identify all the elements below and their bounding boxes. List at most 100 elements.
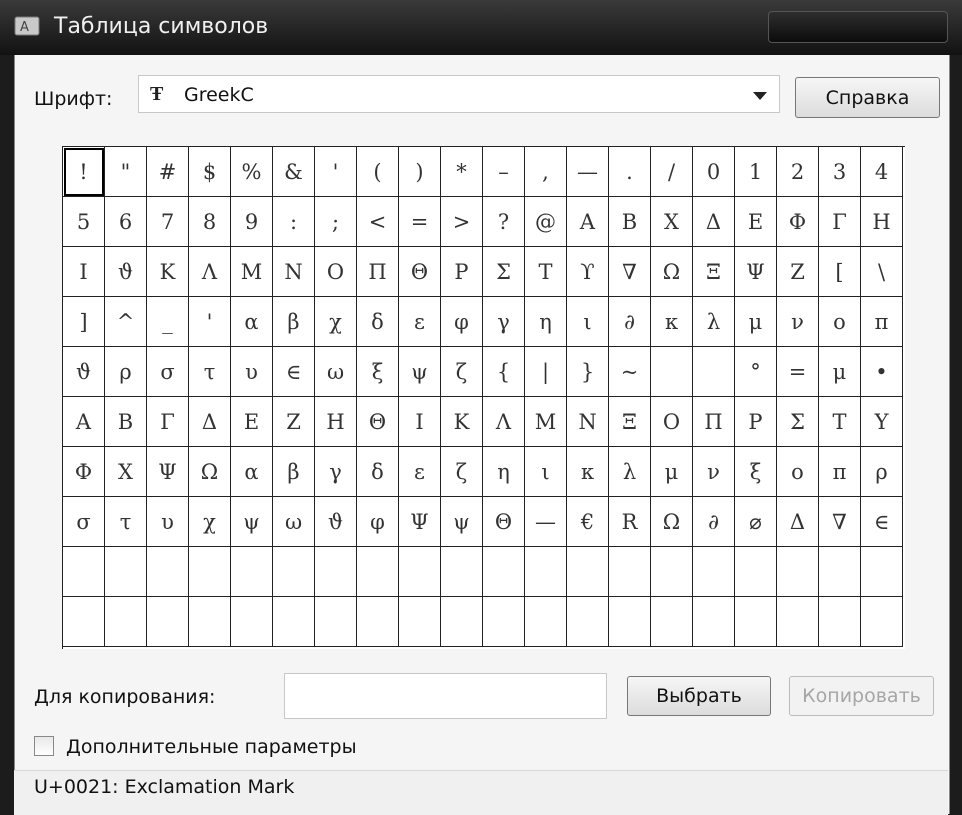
character-cell[interactable]: O bbox=[651, 397, 693, 447]
character-cell[interactable]: Δ bbox=[189, 397, 231, 447]
character-cell[interactable] bbox=[609, 547, 651, 597]
character-cell[interactable]: ( bbox=[357, 147, 399, 197]
character-cell[interactable]: @ bbox=[525, 197, 567, 247]
character-cell[interactable]: Ψ bbox=[147, 447, 189, 497]
character-cell[interactable]: σ bbox=[63, 497, 105, 547]
character-cell[interactable]: — bbox=[525, 497, 567, 547]
character-cell[interactable]: Π bbox=[357, 247, 399, 297]
title-bar[interactable]: A Таблица символов bbox=[0, 0, 962, 55]
character-cell[interactable]: / bbox=[651, 147, 693, 197]
character-cell[interactable] bbox=[525, 547, 567, 597]
character-cell[interactable]: X bbox=[651, 197, 693, 247]
character-cell[interactable] bbox=[189, 547, 231, 597]
character-cell[interactable]: 0 bbox=[693, 147, 735, 197]
character-cell[interactable]: . bbox=[609, 147, 651, 197]
character-cell[interactable]: • bbox=[861, 347, 903, 397]
character-cell[interactable]: φ bbox=[441, 297, 483, 347]
character-cell[interactable] bbox=[315, 547, 357, 597]
character-cell[interactable]: ⌀ bbox=[735, 497, 777, 547]
character-cell[interactable]: λ bbox=[609, 447, 651, 497]
character-cell[interactable]: [ bbox=[819, 247, 861, 297]
character-cell[interactable]: Φ bbox=[777, 197, 819, 247]
character-cell[interactable]: ' bbox=[315, 147, 357, 197]
character-cell[interactable] bbox=[399, 547, 441, 597]
character-cell[interactable] bbox=[609, 597, 651, 647]
character-cell[interactable]: β bbox=[273, 447, 315, 497]
character-cell[interactable]: 4 bbox=[861, 147, 903, 197]
character-cell[interactable]: π bbox=[819, 447, 861, 497]
character-cell[interactable]: μ bbox=[735, 297, 777, 347]
character-cell[interactable]: E bbox=[231, 397, 273, 447]
character-cell[interactable]: % bbox=[231, 147, 273, 197]
character-cell[interactable]: Λ bbox=[483, 397, 525, 447]
character-cell[interactable]: H bbox=[315, 397, 357, 447]
character-cell[interactable] bbox=[819, 547, 861, 597]
character-cell[interactable]: ∇ bbox=[609, 247, 651, 297]
character-cell[interactable]: ϒ bbox=[567, 247, 609, 297]
character-cell[interactable]: Θ bbox=[483, 497, 525, 547]
character-cell[interactable]: & bbox=[273, 147, 315, 197]
character-cell[interactable]: υ bbox=[147, 497, 189, 547]
character-cell[interactable]: H bbox=[861, 197, 903, 247]
character-cell[interactable]: ι bbox=[525, 447, 567, 497]
character-cell[interactable]: υ bbox=[231, 347, 273, 397]
character-cell[interactable]: $ bbox=[189, 147, 231, 197]
character-cell[interactable]: Δ bbox=[777, 497, 819, 547]
character-cell[interactable]: Λ bbox=[189, 247, 231, 297]
character-cell[interactable] bbox=[693, 347, 735, 397]
character-cell[interactable]: * bbox=[441, 147, 483, 197]
character-cell[interactable] bbox=[651, 597, 693, 647]
character-cell[interactable]: Ω bbox=[651, 497, 693, 547]
character-cell[interactable] bbox=[483, 597, 525, 647]
character-cell[interactable]: 3 bbox=[819, 147, 861, 197]
character-cell[interactable]: O bbox=[315, 247, 357, 297]
character-cell[interactable] bbox=[567, 597, 609, 647]
help-button[interactable]: Справка bbox=[795, 77, 940, 118]
character-cell[interactable] bbox=[651, 547, 693, 597]
character-cell[interactable]: κ bbox=[651, 297, 693, 347]
character-cell[interactable]: I bbox=[63, 247, 105, 297]
character-cell[interactable] bbox=[273, 547, 315, 597]
character-cell[interactable]: K bbox=[147, 247, 189, 297]
character-cell[interactable]: ' bbox=[189, 297, 231, 347]
character-cell[interactable]: M bbox=[231, 247, 273, 297]
character-cell[interactable]: 9 bbox=[231, 197, 273, 247]
character-cell[interactable] bbox=[63, 597, 105, 647]
character-cell[interactable]: – bbox=[483, 147, 525, 197]
character-cell[interactable]: 8 bbox=[189, 197, 231, 247]
character-cell[interactable]: = bbox=[399, 197, 441, 247]
select-button[interactable]: Выбрать bbox=[627, 676, 771, 716]
character-cell[interactable]: K bbox=[441, 397, 483, 447]
character-cell[interactable]: _ bbox=[147, 297, 189, 347]
character-cell[interactable]: < bbox=[357, 197, 399, 247]
character-cell[interactable] bbox=[105, 597, 147, 647]
character-cell[interactable] bbox=[231, 547, 273, 597]
character-cell[interactable] bbox=[357, 547, 399, 597]
character-cell[interactable]: Γ bbox=[819, 197, 861, 247]
character-cell[interactable]: α bbox=[231, 297, 273, 347]
character-cell[interactable]: σ bbox=[147, 347, 189, 397]
character-cell[interactable]: δ bbox=[357, 297, 399, 347]
character-cell[interactable]: Σ bbox=[777, 397, 819, 447]
character-cell[interactable]: χ bbox=[189, 497, 231, 547]
character-cell[interactable] bbox=[63, 547, 105, 597]
character-cell[interactable]: ° bbox=[735, 347, 777, 397]
character-cell[interactable] bbox=[861, 547, 903, 597]
character-cell[interactable]: ∇ bbox=[819, 497, 861, 547]
character-cell[interactable]: 7 bbox=[147, 197, 189, 247]
character-cell[interactable]: χ bbox=[315, 297, 357, 347]
character-cell[interactable]: ν bbox=[777, 297, 819, 347]
character-cell[interactable]: ρ bbox=[861, 447, 903, 497]
character-cell[interactable]: A bbox=[567, 197, 609, 247]
character-cell[interactable]: ϑ bbox=[63, 347, 105, 397]
character-cell[interactable]: N bbox=[567, 397, 609, 447]
character-cell[interactable] bbox=[189, 597, 231, 647]
character-cell[interactable]: : bbox=[273, 197, 315, 247]
character-cell[interactable] bbox=[777, 547, 819, 597]
character-cell[interactable]: 2 bbox=[777, 147, 819, 197]
character-cell[interactable]: ζ bbox=[441, 447, 483, 497]
character-cell[interactable] bbox=[441, 597, 483, 647]
character-cell[interactable]: Θ bbox=[357, 397, 399, 447]
character-cell[interactable]: ) bbox=[399, 147, 441, 197]
character-cell[interactable]: Ω bbox=[651, 247, 693, 297]
